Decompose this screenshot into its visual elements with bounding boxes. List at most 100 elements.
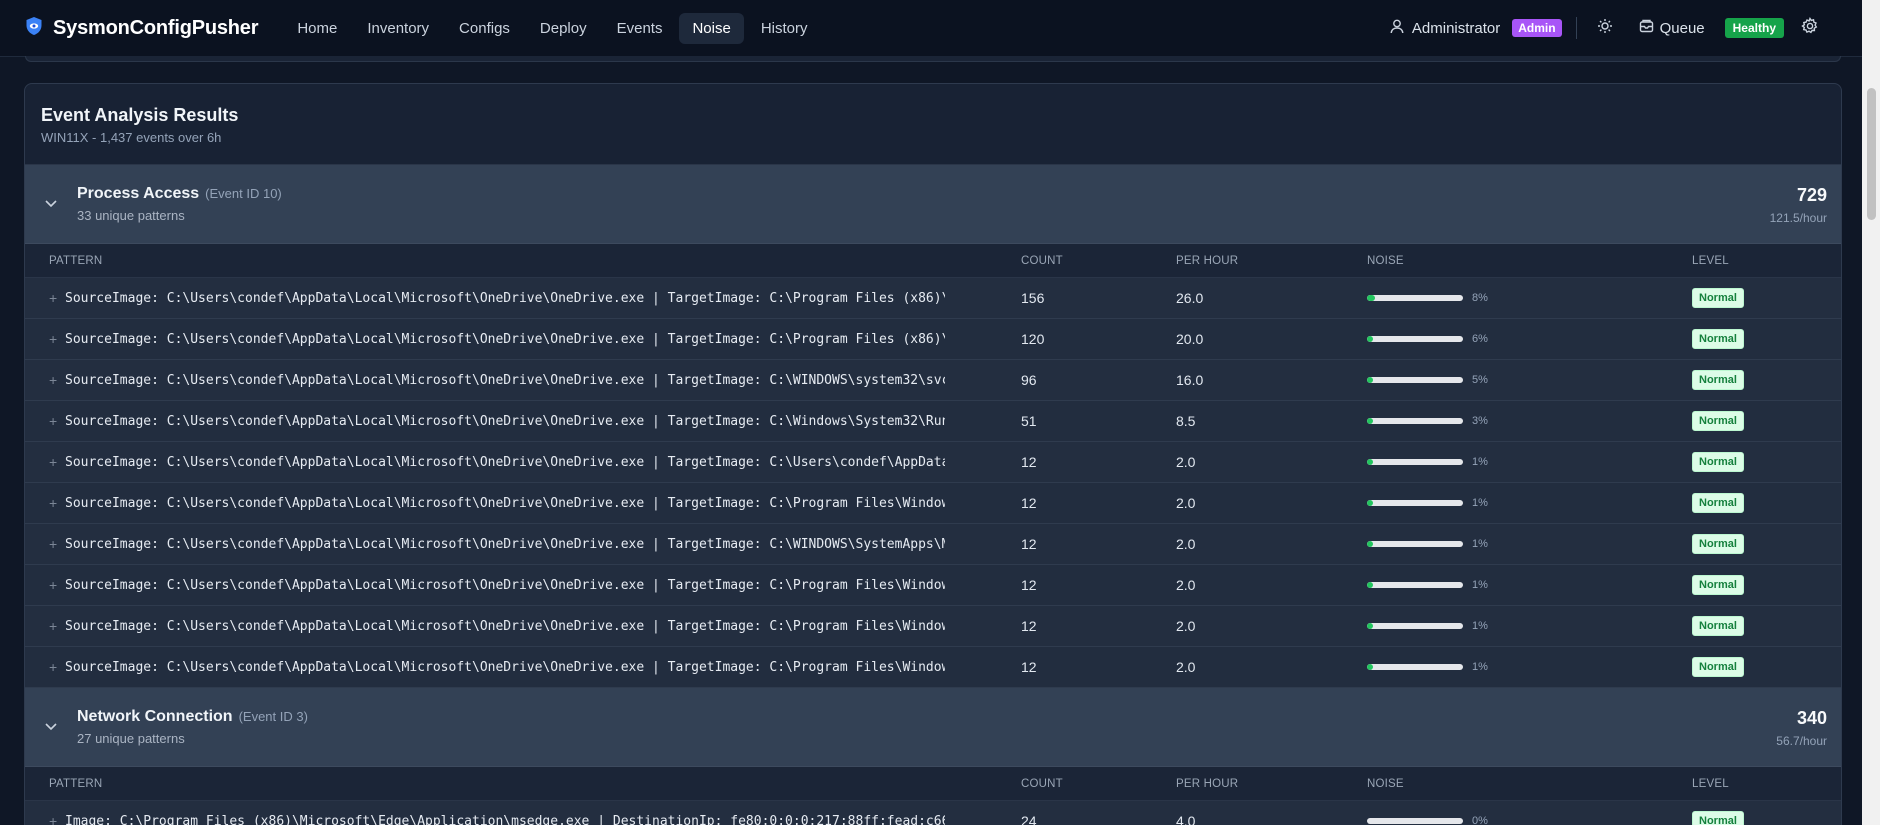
plus-icon[interactable]: +: [49, 495, 65, 511]
count-cell: 12: [1021, 454, 1037, 470]
level-badge: Normal: [1692, 370, 1744, 390]
level-cell: Normal: [1692, 616, 1841, 636]
nav-configs[interactable]: Configs: [446, 13, 523, 44]
plus-icon[interactable]: +: [49, 659, 65, 675]
group-header-process-access[interactable]: Process Access (Event ID 10) 33 unique pa…: [25, 165, 1841, 244]
count-cell: 12: [1021, 495, 1037, 511]
plus-icon[interactable]: +: [49, 331, 65, 347]
column-header-noise: Noise: [1367, 254, 1404, 267]
level-badge: Normal: [1692, 811, 1744, 825]
divider: [1575, 17, 1577, 39]
group-name: Process Access: [77, 185, 200, 202]
level-cell: Normal: [1692, 329, 1841, 349]
table-header: Pattern Count Per Hour Noise Level: [25, 767, 1841, 801]
pattern-cell: + Image: C:\Program Files (x86)\Microsoft…: [25, 813, 1021, 825]
noise-percent: 1%: [1472, 497, 1488, 509]
noise-percent: 1%: [1472, 579, 1488, 591]
noise-percent: 1%: [1472, 456, 1488, 468]
table-row[interactable]: + SourceImage: C:\Users\condef\AppData\Lo…: [25, 401, 1841, 442]
level-cell: Normal: [1692, 575, 1841, 595]
brand[interactable]: SysmonConfigPusher: [25, 16, 259, 41]
table-row[interactable]: + SourceImage: C:\Users\condef\AppData\Lo…: [25, 483, 1841, 524]
noise-cell: 1%: [1367, 456, 1692, 468]
table-row[interactable]: + SourceImage: C:\Users\condef\AppData\Lo…: [25, 647, 1841, 688]
scrollbar-thumb[interactable]: [1867, 88, 1876, 220]
theme-toggle-button[interactable]: [1593, 16, 1617, 40]
nav-history[interactable]: History: [748, 13, 821, 44]
column-header-level: Level: [1692, 254, 1729, 267]
pattern-cell: + SourceImage: C:\Users\condef\AppData\Lo…: [25, 331, 1021, 347]
level-cell: Normal: [1692, 534, 1841, 554]
plus-icon[interactable]: +: [49, 813, 65, 825]
noise-bar: [1367, 582, 1463, 588]
pattern-cell: + SourceImage: C:\Users\condef\AppData\Lo…: [25, 372, 1021, 388]
noise-percent: 0%: [1472, 815, 1488, 825]
plus-icon[interactable]: +: [49, 413, 65, 429]
noise-bar: [1367, 623, 1463, 629]
chevron-down-icon[interactable]: [43, 195, 59, 211]
level-badge: Normal: [1692, 288, 1744, 308]
noise-percent: 5%: [1472, 374, 1488, 386]
table-row[interactable]: + SourceImage: C:\Users\condef\AppData\Lo…: [25, 606, 1841, 647]
column-header-per-hour: Per Hour: [1176, 777, 1239, 790]
plus-icon[interactable]: +: [49, 290, 65, 306]
table-row[interactable]: + Image: C:\Program Files (x86)\Microsoft…: [25, 801, 1841, 825]
count-cell: 12: [1021, 577, 1037, 593]
card-subtitle: WIN11X - 1,437 events over 6h: [41, 130, 222, 145]
table-row[interactable]: + SourceImage: C:\Users\condef\AppData\Lo…: [25, 319, 1841, 360]
group-name: Network Connection: [77, 708, 233, 725]
page-scrollbar[interactable]: [1862, 0, 1880, 825]
pattern-cell: + SourceImage: C:\Users\condef\AppData\Lo…: [25, 495, 1021, 511]
per-hour-cell: 20.0: [1176, 331, 1204, 347]
pattern-text: Image: C:\Program Files (x86)\Microsoft\…: [65, 813, 945, 825]
noise-bar: [1367, 459, 1463, 465]
pattern-cell: + SourceImage: C:\Users\condef\AppData\Lo…: [25, 536, 1021, 552]
settings-button[interactable]: [1798, 16, 1822, 40]
plus-icon[interactable]: +: [49, 577, 65, 593]
level-badge: Normal: [1692, 493, 1744, 513]
noise-bar: [1367, 541, 1463, 547]
table-row[interactable]: + SourceImage: C:\Users\condef\AppData\Lo…: [25, 278, 1841, 319]
nav-events[interactable]: Events: [604, 13, 676, 44]
chevron-down-icon[interactable]: [43, 718, 59, 734]
nav-deploy[interactable]: Deploy: [527, 13, 600, 44]
noise-bar-fill: [1367, 500, 1373, 506]
noise-percent: 1%: [1472, 661, 1488, 673]
plus-icon[interactable]: +: [49, 372, 65, 388]
noise-percent: 6%: [1472, 333, 1488, 345]
noise-bar: [1367, 664, 1463, 670]
nav-inventory[interactable]: Inventory: [354, 13, 442, 44]
group-rows: + Image: C:\Program Files (x86)\Microsoft…: [25, 801, 1841, 825]
noise-cell: 5%: [1367, 374, 1692, 386]
plus-icon[interactable]: +: [49, 536, 65, 552]
count-cell: 96: [1021, 372, 1037, 388]
nav-home[interactable]: Home: [284, 13, 350, 44]
nav-noise[interactable]: Noise: [679, 12, 744, 44]
user-menu[interactable]: Administrator Admin: [1390, 19, 1562, 38]
per-hour-cell: 8.5: [1176, 413, 1196, 429]
noise-bar: [1367, 336, 1463, 342]
column-header-pattern: Pattern: [49, 254, 103, 267]
nav-right: Administrator Admin Queue Healthy: [1390, 0, 1822, 56]
per-hour-cell: 2.0: [1176, 577, 1196, 593]
noise-bar-fill: [1367, 623, 1373, 629]
count-cell: 12: [1021, 618, 1037, 634]
table-row[interactable]: + SourceImage: C:\Users\condef\AppData\Lo…: [25, 442, 1841, 483]
table-row[interactable]: + SourceImage: C:\Users\condef\AppData\Lo…: [25, 524, 1841, 565]
group-event-count: 340: [1796, 708, 1827, 728]
pattern-cell: + SourceImage: C:\Users\condef\AppData\Lo…: [25, 659, 1021, 675]
table-row[interactable]: + SourceImage: C:\Users\condef\AppData\Lo…: [25, 360, 1841, 401]
queue-button[interactable]: Queue: [1639, 19, 1705, 37]
column-header-level: Level: [1692, 777, 1729, 790]
plus-icon[interactable]: +: [49, 454, 65, 470]
table-row[interactable]: + SourceImage: C:\Users\condef\AppData\Lo…: [25, 565, 1841, 606]
per-hour-cell: 2.0: [1176, 618, 1196, 634]
noise-bar-fill: [1367, 377, 1373, 383]
plus-icon[interactable]: +: [49, 618, 65, 634]
event-id-label: (Event ID 3): [238, 709, 308, 724]
group-header-network-connection[interactable]: Network Connection (Event ID 3) 27 unique…: [25, 688, 1841, 767]
table-header: Pattern Count Per Hour Noise Level: [25, 244, 1841, 278]
sun-icon: [1597, 18, 1613, 39]
group-event-rate: 56.7/hour: [1776, 734, 1827, 748]
noise-bar-fill: [1367, 664, 1373, 670]
